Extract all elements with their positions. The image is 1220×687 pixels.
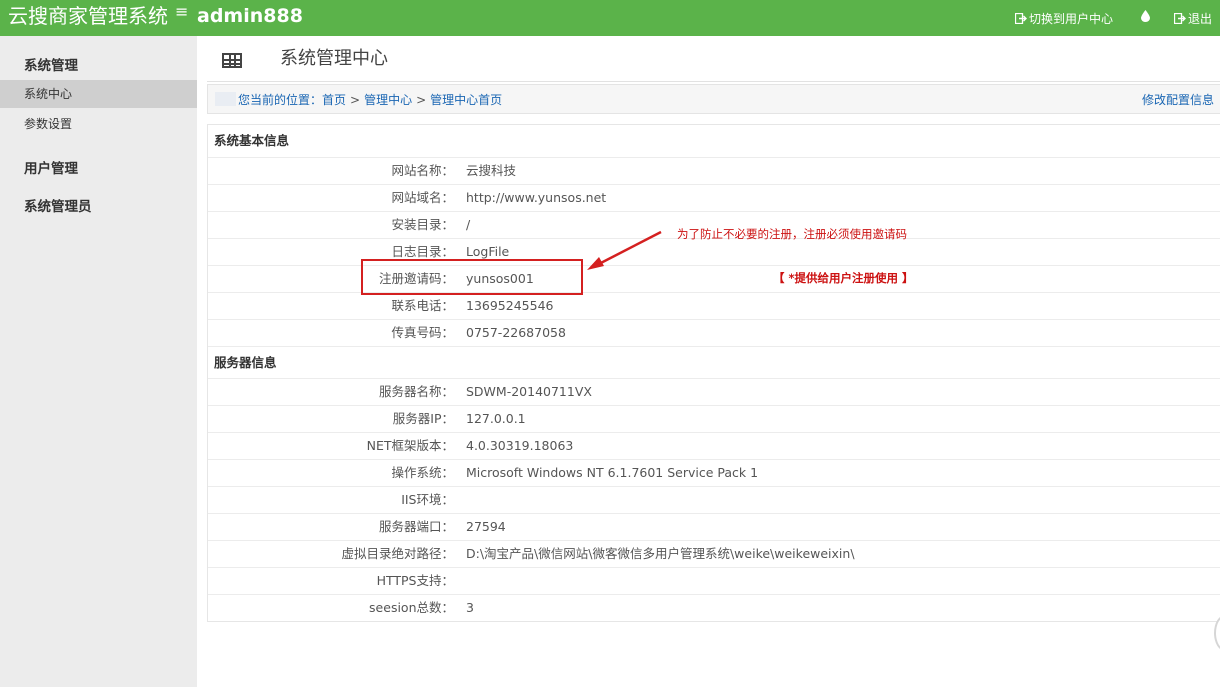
sidebar-group-users[interactable]: 用户管理 <box>0 157 78 177</box>
info-row-label: 联系电话： <box>391 298 454 313</box>
switch-icon <box>1014 12 1027 24</box>
info-row-label: 网站名称： <box>391 163 454 178</box>
info-row-value: http://www.yunsos.net <box>466 190 607 205</box>
info-row: 虚拟目录绝对路径： D:\淘宝产品\微信网站\微客微信多用户管理系统\weike\… <box>208 540 1220 567</box>
sidebar-group-admins[interactable]: 系统管理员 <box>0 195 92 215</box>
username: admin888 <box>197 5 303 27</box>
breadcrumb-home[interactable]: 首页 <box>322 93 346 107</box>
info-row: IIS环境： <box>208 486 1220 513</box>
info-row-label: seesion总数： <box>369 600 454 615</box>
info-row-label: HTTPS支持： <box>376 573 454 588</box>
page-header: 系统管理中心 <box>207 36 1220 82</box>
info-row: 注册邀请码： yunsos001 <box>208 265 1220 292</box>
info-row-value: 27594 <box>466 519 506 534</box>
sidebar-group-system[interactable]: 系统管理 <box>0 54 78 74</box>
info-row-label: 服务器端口： <box>378 519 454 534</box>
main-content: 系统管理中心 您当前的位置：首页 > 管理中心 > 管理中心首页 修改配置信息 系统基本… <box>207 36 1220 687</box>
info-row-label: 网站域名： <box>391 190 454 205</box>
info-row-label: 传真号码： <box>391 325 454 340</box>
breadcrumb-prefix: 您当前的位置： <box>238 93 323 107</box>
info-row: 服务器端口： 27594 <box>208 513 1220 540</box>
info-row-value: 0757-22687058 <box>466 325 566 340</box>
logout-icon <box>1173 12 1186 24</box>
sidebar-item-system-center[interactable]: 系统中心 <box>0 80 197 108</box>
info-row-value <box>458 568 466 594</box>
info-row-label: 虚拟目录绝对路径： <box>341 546 454 561</box>
menu-toggle-icon[interactable]: ≡ <box>175 2 188 22</box>
invite-code-highlight <box>361 259 583 295</box>
info-row-value: Microsoft Windows NT 6.1.7601 Service Pa… <box>466 465 759 480</box>
info-row-label: 服务器名称： <box>378 384 454 399</box>
info-row-value: 127.0.0.1 <box>466 411 526 426</box>
info-row: 网站域名： http://www.yunsos.net <box>208 184 1220 211</box>
breadcrumb-admin-home[interactable]: 管理中心首页 <box>430 93 502 107</box>
annotation-note: 为了防止不必要的注册，注册必须使用邀请码 <box>677 227 907 241</box>
annotation-arrow-icon <box>587 230 662 270</box>
info-row: HTTPS支持： <box>208 567 1220 594</box>
info-row: 传真号码： 0757-22687058 <box>208 319 1220 346</box>
info-row: 操作系统： Microsoft Windows NT 6.1.7601 Servi… <box>208 459 1220 486</box>
breadcrumb-separator: > <box>416 93 427 107</box>
info-row-label: 安装目录： <box>391 217 454 232</box>
theme-drop-icon[interactable] <box>1140 10 1150 26</box>
info-row-value: D:\淘宝产品\微信网站\微客微信多用户管理系统\weike\weikeweix… <box>466 546 855 561</box>
switch-label: 切换到用户中心 <box>1028 11 1113 26</box>
info-row: NET框架版本： 4.0.30319.18063 <box>208 432 1220 459</box>
sidebar-item-parameter-settings[interactable]: 参数设置 <box>0 110 197 138</box>
info-row: 网站名称： 云搜科技 <box>208 157 1220 184</box>
info-row-value: 13695245546 <box>466 298 554 313</box>
section-title-basic: 系统基本信息 <box>214 133 290 148</box>
edit-config-link[interactable]: 修改配置信息 <box>1142 92 1214 108</box>
info-row: 服务器名称： SDWM-20140711VX <box>208 378 1220 405</box>
breadcrumb-bar: 您当前的位置：首页 > 管理中心 > 管理中心首页 修改配置信息 <box>207 84 1220 114</box>
info-row-value: 3 <box>466 600 474 615</box>
switch-user-center-link[interactable]: 切换到用户中心 <box>1014 10 1113 27</box>
info-row-value: 4.0.30319.18063 <box>466 438 574 453</box>
breadcrumb-separator: > <box>350 93 361 107</box>
top-actions: 切换到用户中心 退出 <box>1014 9 1212 27</box>
breadcrumb-admin-center[interactable]: 管理中心 <box>364 93 412 107</box>
info-row-value: / <box>466 217 471 232</box>
info-row-value <box>458 487 466 513</box>
section-title-server: 服务器信息 <box>208 346 1220 378</box>
info-row-value: SDWM-20140711VX <box>466 384 592 399</box>
info-row-value: 云搜科技 <box>466 163 517 178</box>
breadcrumb: 您当前的位置：首页 > 管理中心 > 管理中心首页 <box>238 92 502 108</box>
info-row-label: 操作系统： <box>391 465 454 480</box>
info-row-label: 服务器IP： <box>392 411 454 426</box>
info-row: seesion总数： 3 <box>208 594 1220 621</box>
info-panel: 系统基本信息 网站名称： 云搜科技 网站域名： http://www.yunsos.n… <box>207 124 1220 622</box>
page-title: 系统管理中心 <box>280 48 388 69</box>
logout-link[interactable]: 退出 <box>1173 10 1212 27</box>
logout-label: 退出 <box>1187 11 1212 26</box>
top-bar: 云搜商家管理系统 ≡ admin888 切换到用户中心 退出 <box>0 0 1220 36</box>
info-row-label: NET框架版本： <box>366 438 454 453</box>
info-row-label: IIS环境： <box>401 492 454 507</box>
table-grid-icon <box>222 53 242 68</box>
invite-code-note: 【 *提供给用户注册使用 】 <box>773 271 914 285</box>
info-row: 日志目录： LogFile <box>208 238 1220 265</box>
info-row: 服务器IP： 127.0.0.1 <box>208 405 1220 432</box>
brand-title: 云搜商家管理系统 <box>8 4 168 28</box>
info-row: 联系电话： 13695245546 <box>208 292 1220 319</box>
sidebar: 系统管理 系统中心 参数设置 用户管理 系统管理员 <box>0 36 197 687</box>
home-icon <box>215 92 236 106</box>
